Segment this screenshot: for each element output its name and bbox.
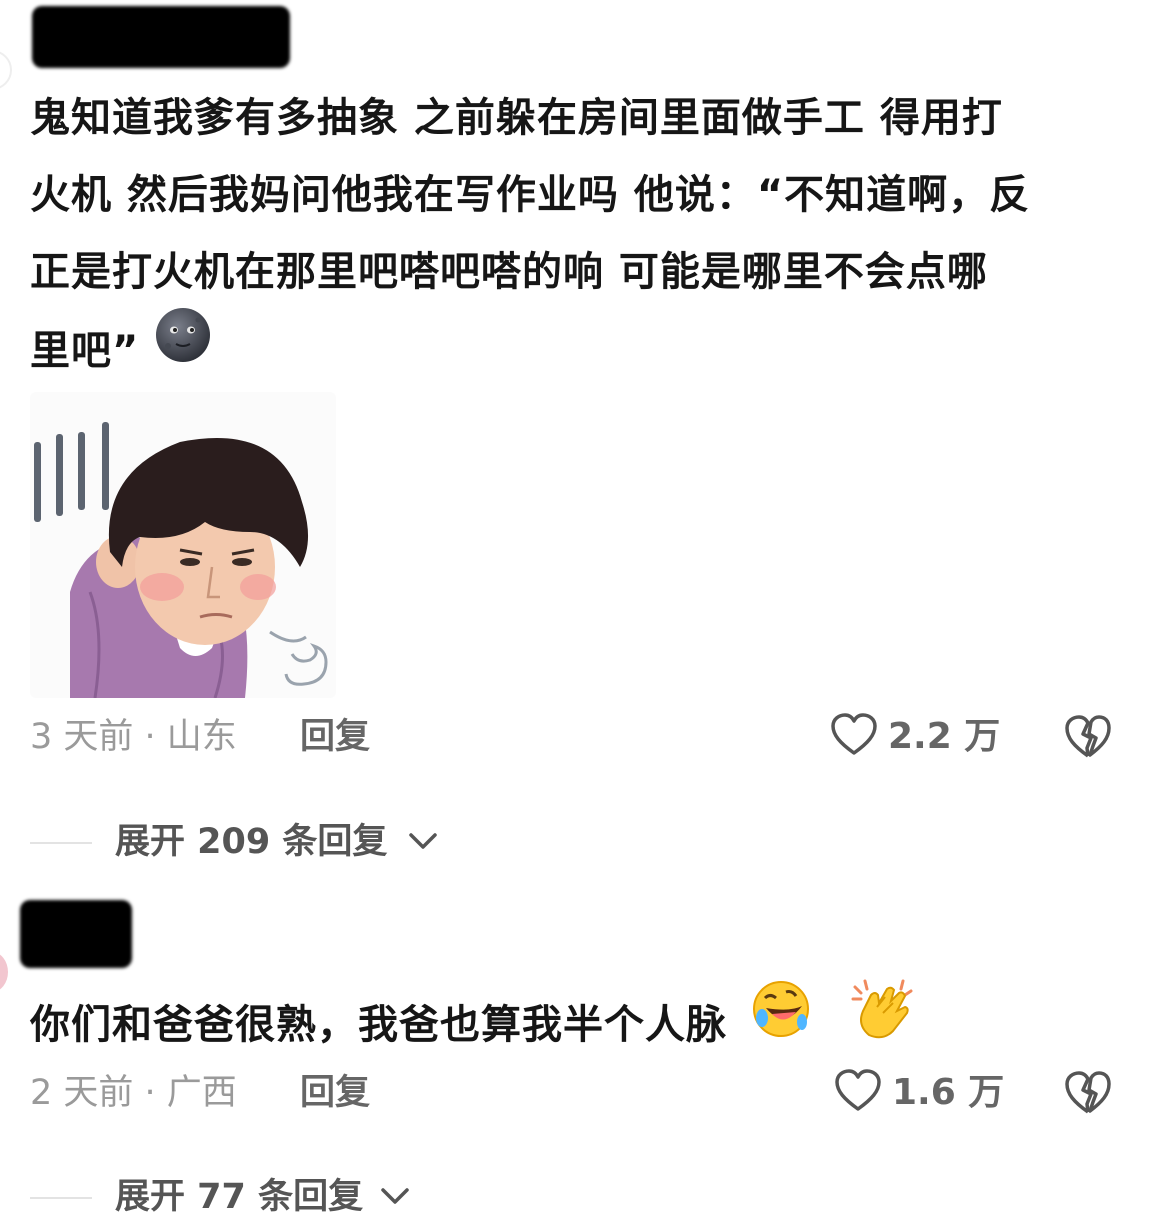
comment-text: 鬼知道我爹有多抽象 之前躲在房间里面做手工 得用打 火机 然后我妈问他我在写作业… xyxy=(30,80,1130,395)
avatar[interactable] xyxy=(0,952,8,992)
comment-line-text: 你们和爸爸很熟，我爸也算我半个人脉 xyxy=(30,1002,727,1048)
chevron-down-icon xyxy=(406,829,440,857)
new-moon-face-icon xyxy=(154,306,212,390)
heart-icon xyxy=(830,713,878,761)
comment-text: 你们和爸爸很熟，我爸也算我半个人脉 xyxy=(30,979,1130,1072)
expand-replies-label: 展开 209 条回复 xyxy=(115,822,388,862)
time-location: 3 天前 · 山东 xyxy=(30,717,237,757)
avatar[interactable] xyxy=(0,50,12,90)
heart-icon xyxy=(834,1069,882,1117)
divider xyxy=(30,842,92,844)
clapping-hands-icon xyxy=(851,977,915,1067)
expand-replies[interactable]: 展开 209 条回复 xyxy=(0,817,1165,867)
comment-line: 里吧” xyxy=(30,308,1130,395)
expand-replies-label: 展开 77 条回复 xyxy=(115,1177,364,1217)
reply-button[interactable]: 回复 xyxy=(300,1068,370,1118)
like-button[interactable]: 2.2 万 xyxy=(830,712,1000,762)
broken-heart-icon[interactable] xyxy=(1063,714,1113,764)
like-count: 2.2 万 xyxy=(888,716,1001,757)
broken-heart-icon[interactable] xyxy=(1063,1070,1113,1120)
divider xyxy=(30,1197,92,1199)
sticker-image[interactable] xyxy=(30,392,336,699)
redacted-username xyxy=(32,6,290,68)
expand-replies[interactable]: 展开 77 条回复 xyxy=(0,1172,1165,1222)
comment-line: 鬼知道我爹有多抽象 之前躲在房间里面做手工 得用打 xyxy=(30,95,1003,141)
rolling-laughing-face-icon xyxy=(750,978,812,1066)
redacted-username xyxy=(20,900,132,968)
reply-button[interactable]: 回复 xyxy=(300,712,370,762)
comment-line: 正是打火机在那里吧嗒吧嗒的响 可能是哪里不会点哪 xyxy=(30,249,988,295)
like-button[interactable]: 1.6 万 xyxy=(834,1068,1004,1118)
time-location: 2 天前 · 广西 xyxy=(30,1073,237,1113)
comment-line: 火机 然后我妈问他我在写作业吗 他说：“不知道啊，反 xyxy=(30,172,1031,218)
comment-line-text: 里吧” xyxy=(30,328,140,374)
like-count: 1.6 万 xyxy=(892,1072,1005,1113)
comment-meta: 2 天前 · 广西 回复 1.6 万 xyxy=(0,1068,1165,1118)
comment-meta: 3 天前 · 山东 回复 2.2 万 xyxy=(0,712,1165,762)
chevron-down-icon xyxy=(378,1184,412,1212)
